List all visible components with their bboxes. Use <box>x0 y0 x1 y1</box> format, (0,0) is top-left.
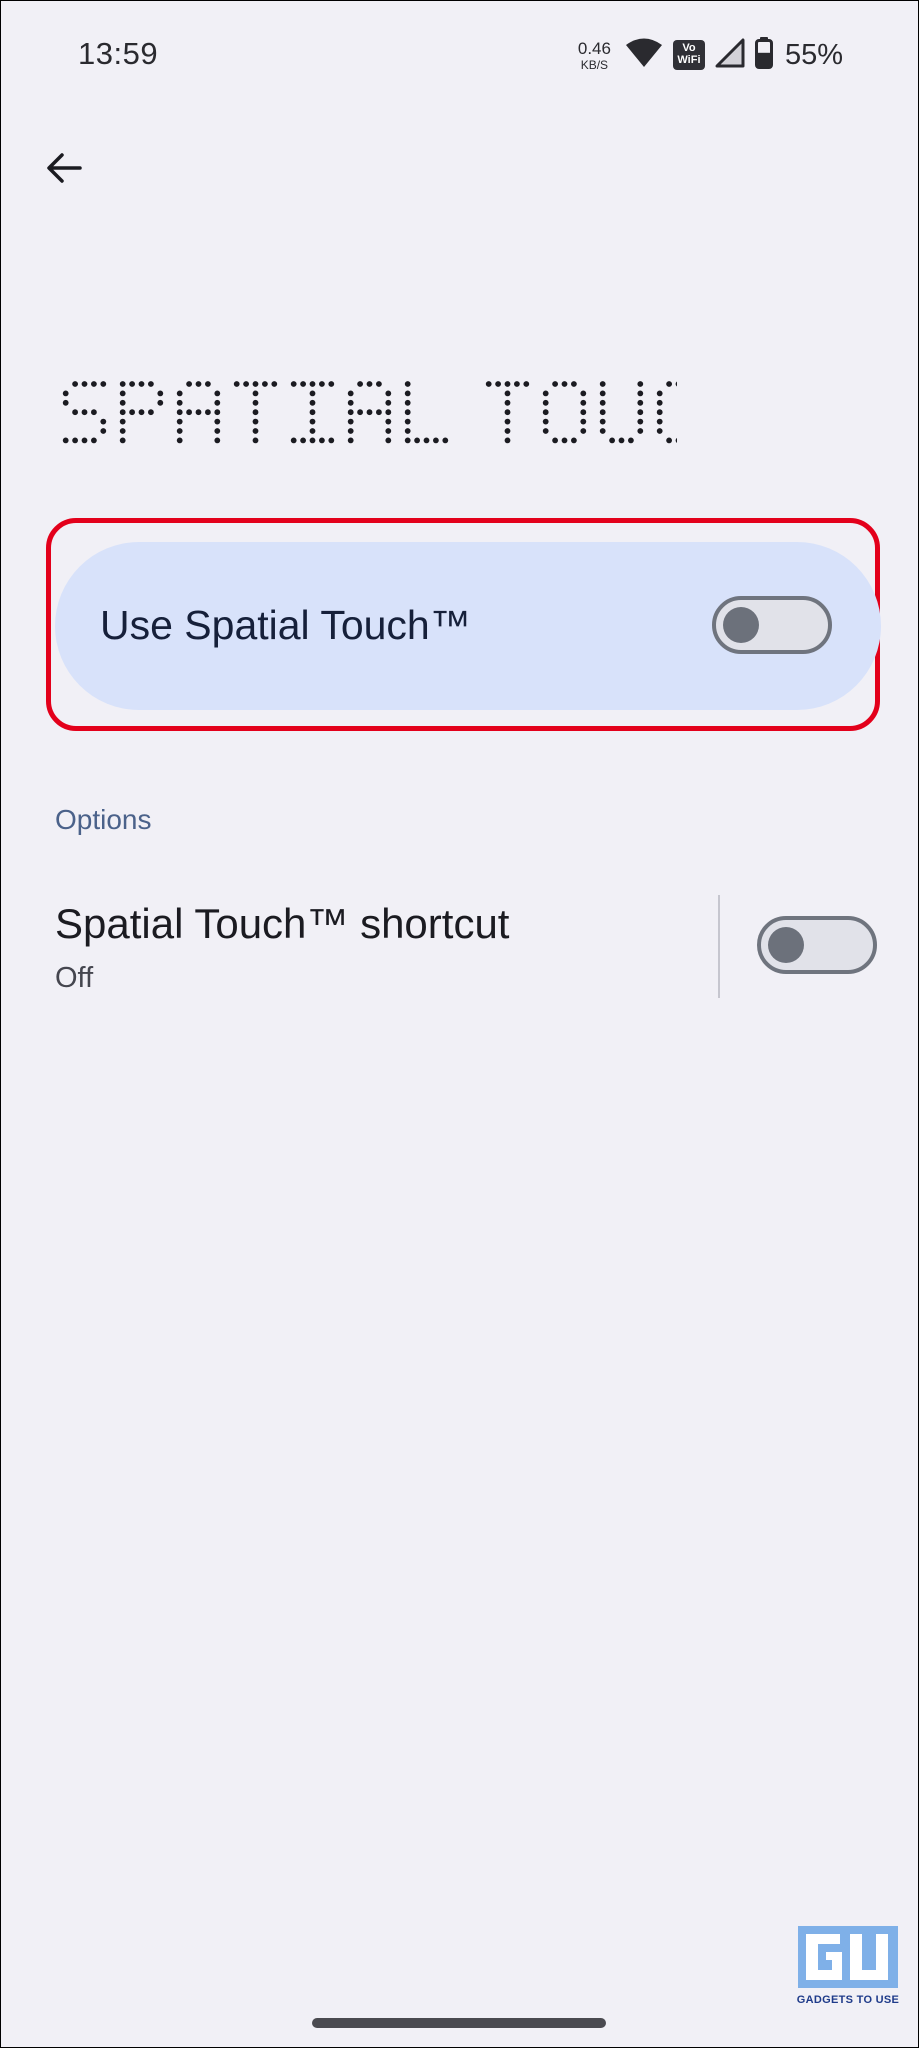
switch-thumb <box>768 927 804 963</box>
row-divider <box>718 895 720 998</box>
battery-icon <box>754 36 773 74</box>
shortcut-summary: Off <box>55 962 94 994</box>
vowifi-line2: WiFi <box>677 54 701 66</box>
use-spatial-touch-switch[interactable] <box>712 596 832 654</box>
cell-signal-icon <box>715 38 745 73</box>
watermark-text: GADGETS TO USE <box>796 1994 900 2006</box>
network-speed-value: 0.46 <box>577 38 611 58</box>
vowifi-icon: Vo WiFi <box>672 40 705 70</box>
use-spatial-touch-label: Use Spatial Touch™ <box>100 602 471 648</box>
status-time: 13:59 <box>78 36 159 71</box>
wifi-icon <box>625 38 663 73</box>
back-button[interactable] <box>40 146 88 194</box>
gadgets-to-use-logo-icon <box>798 1926 898 1988</box>
status-bar: 13:59 0.46 KB/S Vo WiFi 55% <box>0 0 919 110</box>
page-title: ™ <box>57 372 801 452</box>
shortcut-title: Spatial Touch™ shortcut <box>55 900 510 947</box>
spatial-touch-shortcut-switch[interactable] <box>757 916 877 974</box>
spatial-touch-shortcut-row[interactable]: Spatial Touch™ shortcut Off <box>0 880 919 1010</box>
battery-percent: 55% <box>784 38 843 71</box>
switch-thumb <box>723 607 759 643</box>
options-section-header: Options <box>55 804 152 835</box>
gesture-nav-handle[interactable] <box>312 2018 606 2028</box>
use-spatial-touch-card[interactable]: Use Spatial Touch™ <box>55 542 881 710</box>
status-icons: 0.46 KB/S Vo WiFi 55% <box>578 34 843 76</box>
network-speed: 0.46 KB/S <box>578 40 611 71</box>
arrow-back-icon <box>44 148 84 193</box>
page-title-text: ™ <box>62 378 801 444</box>
screenshot-border <box>0 0 919 2048</box>
watermark-logo: GADGETS TO USE <box>790 1924 906 2042</box>
network-speed-unit: KB/S <box>580 57 609 72</box>
